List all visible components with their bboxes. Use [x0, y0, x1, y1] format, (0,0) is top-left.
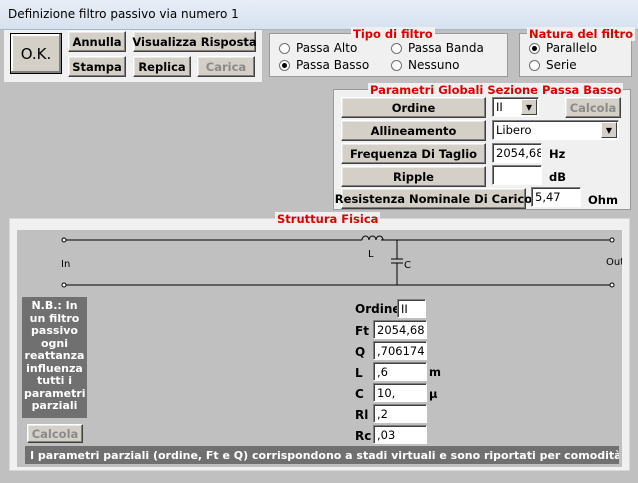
param-l-unit: m — [429, 365, 441, 379]
radio-label: Passa Basso — [296, 58, 370, 72]
node-out-bottom — [609, 282, 615, 288]
circuit-schematic: In Out L C — [61, 235, 622, 288]
stampa-button[interactable]: Stampa — [68, 56, 126, 77]
radio-dot — [391, 59, 402, 71]
chevron-down-icon[interactable]: ▼ — [521, 99, 537, 115]
radio-passa-banda[interactable]: Passa Banda — [391, 41, 484, 55]
out-label: Out — [606, 257, 622, 268]
radio-dot — [391, 42, 402, 54]
calcola-partial-button[interactable]: Calcola — [27, 424, 83, 443]
radio-nessuno[interactable]: Nessuno — [391, 58, 459, 72]
filter-nature-title: Natura del filtro — [527, 27, 636, 41]
param-l-field[interactable]: ,6 — [373, 362, 427, 381]
radio-serie[interactable]: Serie — [529, 58, 577, 72]
param-label-ft: Ft — [355, 324, 369, 338]
ok-button[interactable]: O.K. — [10, 33, 62, 74]
resistenza-unit: Ohm — [588, 193, 618, 207]
capacitor-label: C — [404, 260, 411, 271]
annulla-button[interactable]: Annulla — [68, 31, 126, 52]
radio-dot — [529, 59, 540, 71]
radio-label: Nessuno — [408, 58, 460, 72]
node-out-top — [609, 237, 615, 243]
radio-dot-selected — [529, 42, 540, 54]
inductor-label: L — [368, 249, 374, 260]
allineamento-combo[interactable]: Libero ▼ — [492, 120, 619, 140]
radio-label: Serie — [546, 58, 577, 72]
param-label-q: Q — [355, 345, 366, 359]
chevron-down-icon[interactable]: ▼ — [601, 122, 617, 138]
radio-dot — [279, 42, 290, 54]
node-in-top — [61, 237, 67, 243]
info-footer: I parametri parziali (ordine, Ft e Q) co… — [25, 446, 619, 464]
param-c-unit: µ — [429, 387, 438, 401]
frequenza-button[interactable]: Frequenza Di Taglio — [341, 143, 486, 164]
param-label-rc: Rc — [355, 429, 372, 443]
carica-button[interactable]: Carica — [197, 56, 255, 77]
param-ordine-field[interactable]: II — [397, 299, 426, 318]
radio-passa-alto[interactable]: Passa Alto — [279, 41, 357, 55]
filter-type-title: Tipo di filtro — [351, 27, 435, 41]
param-rl-field[interactable]: ,2 — [373, 404, 427, 423]
note-box: N.B.: In un filtro passivo ogni reattanz… — [22, 297, 87, 418]
ripple-button[interactable]: Ripple — [341, 166, 486, 187]
radio-label: Parallelo — [546, 41, 598, 55]
calcola-global-button[interactable]: Calcola — [565, 97, 621, 118]
title-bar: Definizione filtro passivo via numero 1 — [0, 0, 638, 30]
node-in-bottom — [61, 282, 67, 288]
global-params-title: Parametri Globali Sezione Passa Basso — [368, 83, 624, 97]
allineamento-button[interactable]: Allineamento — [341, 120, 486, 141]
param-ft-field[interactable]: 2054,68 — [373, 320, 427, 339]
radio-dot-selected — [279, 59, 290, 71]
in-label: In — [61, 259, 70, 270]
replica-button[interactable]: Replica — [133, 56, 191, 77]
param-label-ordine: Ordine — [355, 302, 401, 316]
param-label-rl: Rl — [355, 408, 369, 422]
param-c-field[interactable]: 10, — [373, 383, 427, 402]
ripple-field[interactable] — [492, 165, 542, 185]
radio-passa-basso[interactable]: Passa Basso — [279, 58, 369, 72]
frequenza-field[interactable]: 2054,68 — [492, 143, 542, 163]
param-label-l: L — [355, 366, 363, 380]
structure-title: Struttura Fisica — [275, 212, 381, 226]
ripple-unit: dB — [549, 170, 566, 184]
frequenza-unit: Hz — [549, 147, 566, 161]
param-rc-field[interactable]: ,03 — [373, 425, 427, 444]
radio-label: Passa Alto — [296, 41, 358, 55]
ordine-combo-value: II — [496, 100, 503, 114]
allineamento-combo-value: Libero — [496, 123, 532, 137]
radio-parallelo[interactable]: Parallelo — [529, 41, 597, 55]
ordine-button[interactable]: Ordine — [341, 97, 486, 118]
inductor-symbol — [361, 235, 384, 241]
resistenza-button[interactable]: Resistenza Nominale Di Carico — [335, 188, 532, 209]
visualizza-risposta-button[interactable]: Visualizza Risposta — [132, 31, 257, 52]
window-title: Definizione filtro passivo via numero 1 — [8, 7, 239, 21]
param-q-field[interactable]: ,706174 — [373, 341, 427, 360]
radio-label: Passa Banda — [408, 41, 484, 55]
param-label-c: C — [355, 387, 364, 401]
ordine-combo[interactable]: II ▼ — [492, 97, 539, 117]
resistenza-field[interactable]: 5,47 — [531, 187, 581, 207]
